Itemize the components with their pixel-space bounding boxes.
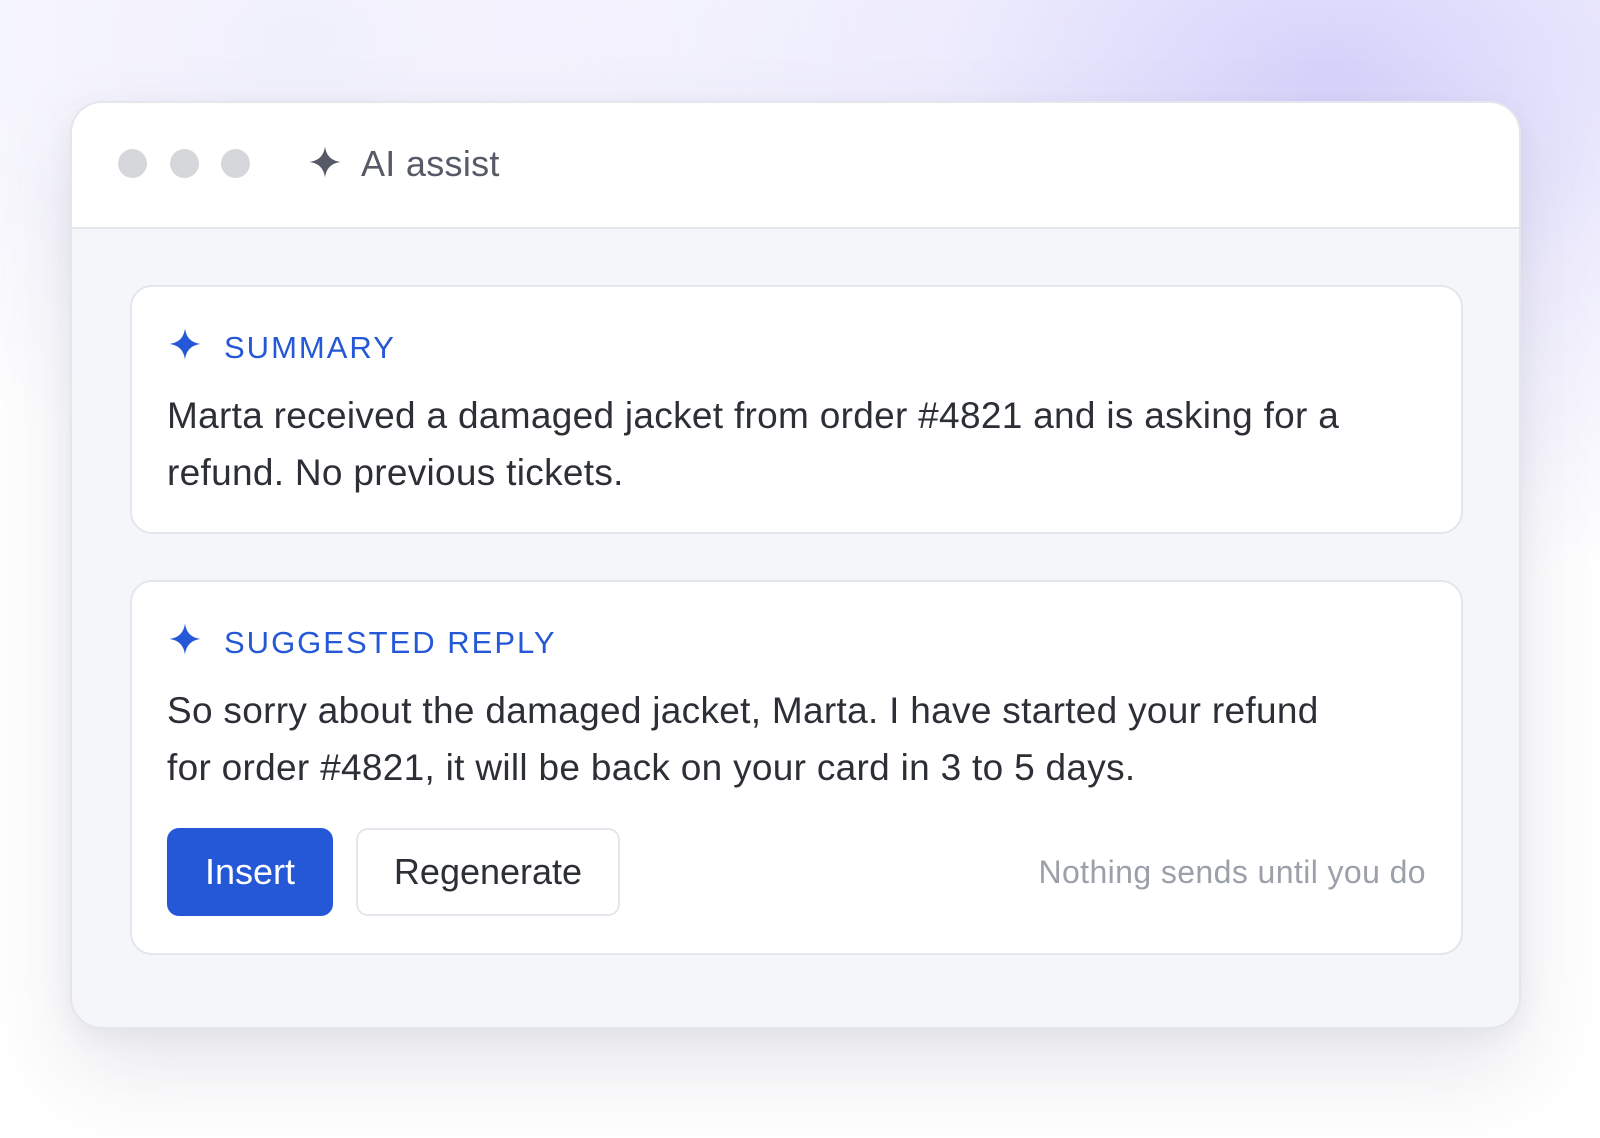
sparkle-icon — [308, 145, 342, 179]
insert-button[interactable]: Insert — [167, 828, 333, 916]
send-disclaimer: Nothing sends until you do — [1038, 854, 1426, 890]
suggested-reply-label: SUGGESTED REPLY — [224, 625, 557, 660]
summary-label: SUMMARY — [224, 330, 396, 365]
ai-assist-window: AI assist SUMMARY Marta received a damag… — [70, 101, 1521, 1029]
window-maximize-dot[interactable] — [221, 149, 250, 178]
window-minimize-dot[interactable] — [170, 149, 199, 178]
window-titlebar: AI assist — [72, 103, 1519, 229]
regenerate-button[interactable]: Regenerate — [356, 828, 620, 916]
suggested-reply-text: So sorry about the damaged jacket, Marta… — [167, 690, 1319, 788]
suggested-reply-card: SUGGESTED REPLY So sorry about the damag… — [130, 580, 1463, 955]
summary-text: Marta received a damaged jacket from ord… — [167, 395, 1340, 493]
window-close-dot[interactable] — [118, 149, 147, 178]
window-title: AI assist — [361, 143, 500, 184]
sparkle-icon — [168, 327, 202, 361]
sparkle-icon — [168, 622, 202, 656]
summary-card: SUMMARY Marta received a damaged jacket … — [130, 285, 1463, 534]
